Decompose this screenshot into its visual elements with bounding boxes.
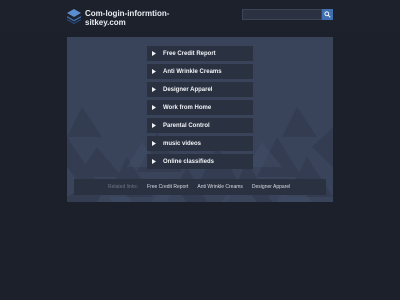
- site-title[interactable]: Com-login-informtion-sitkey.com: [85, 9, 195, 27]
- link-item-work-from-home[interactable]: Work from Home: [147, 100, 253, 115]
- stacked-layers-icon[interactable]: [66, 8, 82, 24]
- related-link-anti-wrinkle-creams[interactable]: Anti Wrinkle Creams: [197, 184, 242, 190]
- link-label: Work from Home: [163, 104, 212, 111]
- link-label: Free Credit Report: [163, 50, 216, 57]
- link-item-free-credit-report[interactable]: Free Credit Report: [147, 46, 253, 61]
- link-label: Designer Apparel: [163, 86, 213, 93]
- related-links-bar: Related links: Free Credit Report Anti W…: [74, 179, 326, 195]
- chevron-right-icon: [147, 82, 160, 97]
- search-input[interactable]: [242, 9, 322, 20]
- link-item-music-videos[interactable]: music videos: [147, 136, 253, 151]
- link-item-online-classifieds[interactable]: Online classifieds: [147, 154, 253, 169]
- chevron-right-icon: [147, 136, 160, 151]
- chevron-right-icon: [147, 46, 160, 61]
- chevron-right-icon: [147, 154, 160, 169]
- link-item-designer-apparel[interactable]: Designer Apparel: [147, 82, 253, 97]
- chevron-right-icon: [147, 64, 160, 79]
- link-label: music videos: [163, 140, 202, 147]
- chevron-right-icon: [147, 118, 160, 133]
- link-item-anti-wrinkle-creams[interactable]: Anti Wrinkle Creams: [147, 64, 253, 79]
- search-button[interactable]: [322, 9, 333, 20]
- link-label: Anti Wrinkle Creams: [163, 68, 222, 75]
- chevron-right-icon: [147, 100, 160, 115]
- link-list: Free Credit Report Anti Wrinkle Creams D…: [147, 46, 253, 172]
- search-icon: [324, 11, 331, 18]
- link-item-parental-control[interactable]: Parental Control: [147, 118, 253, 133]
- link-label: Online classifieds: [163, 158, 215, 165]
- related-links-title: Related links:: [108, 184, 139, 190]
- related-link-designer-apparel[interactable]: Designer Apparel: [252, 184, 290, 190]
- header: Com-login-informtion-sitkey.com: [0, 0, 400, 32]
- link-label: Parental Control: [163, 122, 210, 129]
- related-link-free-credit-report[interactable]: Free Credit Report: [147, 184, 188, 190]
